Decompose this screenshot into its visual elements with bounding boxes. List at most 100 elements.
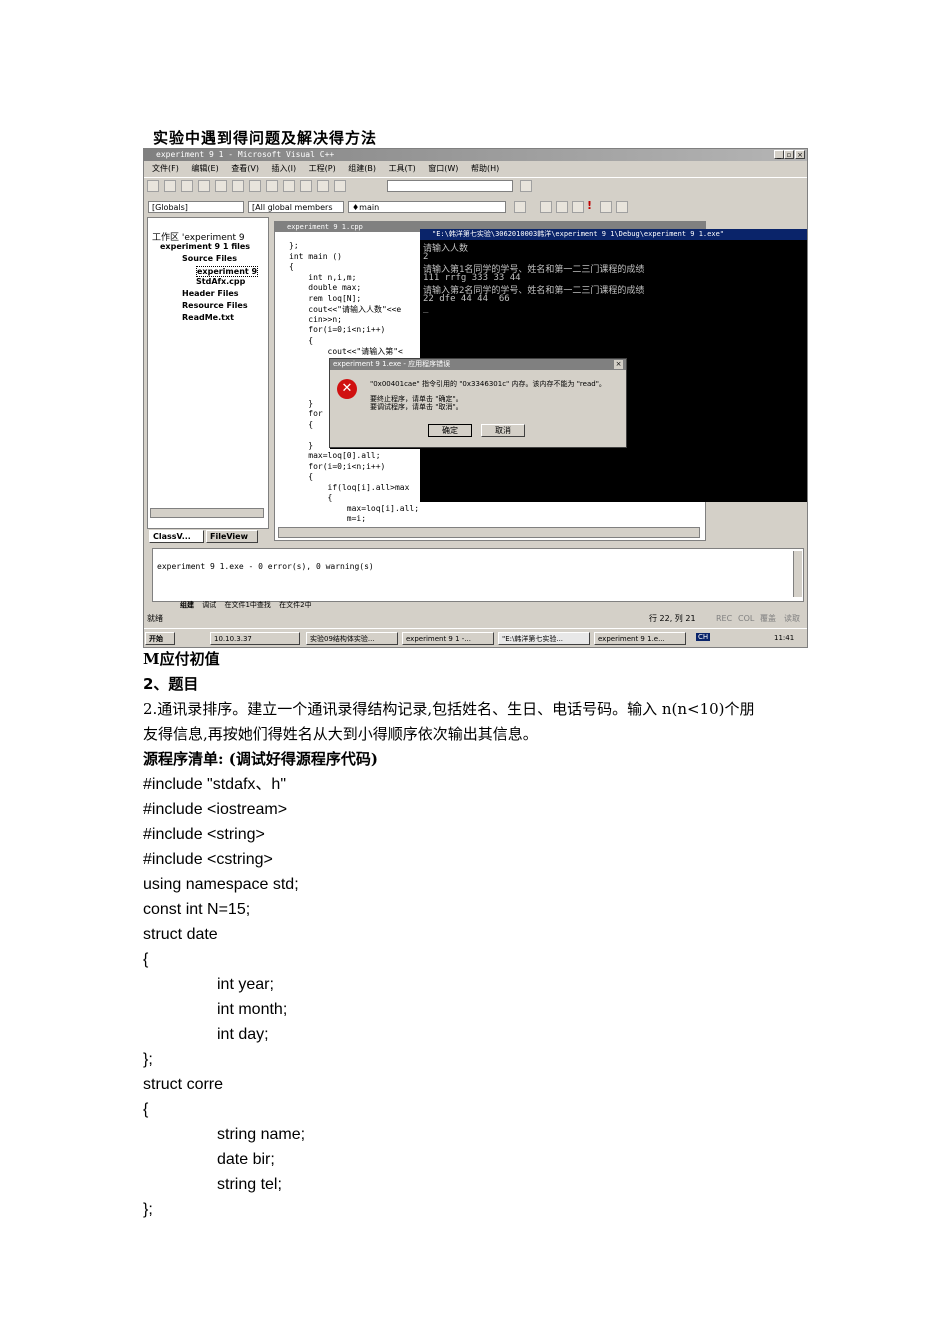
editor-code-line: for(i=0;i<n;i++) — [289, 461, 386, 471]
source-code-line: const int N=15; — [143, 901, 251, 918]
dialog-close-icon[interactable]: × — [614, 360, 623, 369]
console-line: 2 — [423, 251, 429, 262]
execute-icon[interactable]: ! — [587, 199, 592, 212]
compile-icon[interactable] — [540, 201, 552, 213]
find-icon[interactable] — [334, 180, 346, 192]
menu-help[interactable]: 帮助(H) — [471, 164, 499, 173]
readme-file[interactable]: ReadMe.txt — [182, 313, 234, 322]
source-code-line: }; — [143, 1051, 153, 1068]
output-tab-find1[interactable]: 在文件1中查找 — [224, 601, 270, 609]
source-code-line: #include <iostream> — [143, 801, 288, 818]
source-files-folder[interactable]: Source Files — [182, 254, 237, 263]
source-code-line: #include <cstring> — [143, 851, 273, 868]
workspace-scrollbar[interactable] — [150, 508, 264, 518]
editor-code-line: max=loq[0].all; — [289, 451, 381, 460]
menu-view[interactable]: 查看(V) — [231, 164, 259, 173]
project-node[interactable]: experiment 9 1 files — [160, 242, 250, 251]
tree-file-stdafx[interactable]: StdAfx.cpp — [196, 277, 245, 286]
editor-code-line: int main () — [289, 251, 342, 261]
menu-tools[interactable]: 工具(T) — [389, 164, 416, 173]
menu-window[interactable]: 窗口(W) — [428, 164, 458, 173]
dialog-message: "0x00401cae" 指令引用的 "0x3346301c" 内存。该内存不能… — [370, 380, 606, 388]
build-output: experiment 9 1.exe - 0 error(s), 0 warni… — [157, 562, 374, 571]
task-error[interactable]: experiment 9 1.e... — [594, 632, 686, 645]
menu-project[interactable]: 工程(P) — [309, 164, 336, 173]
dialog-title: experiment 9 1.exe - 应用程序错误 — [330, 359, 626, 370]
status-rec: REC — [716, 614, 733, 623]
problem-line-1: 2.通讯录排序。建立一个通讯录得结构记录,包括姓名、生日、电话号码。输入 n(n… — [143, 700, 755, 718]
save-all-icon[interactable] — [198, 180, 210, 192]
breakpoint-icon[interactable] — [616, 201, 628, 213]
ide-screenshot: experiment 9 1 - Microsoft Visual C++ _ … — [143, 148, 808, 648]
tree-file-cpp[interactable]: experiment 9 — [196, 266, 259, 277]
taskbar: 开始 10.10.3.37 实验09结构体实验... experiment 9 … — [144, 628, 807, 647]
open-icon[interactable] — [164, 180, 176, 192]
editor-code-line: cout<<"请输入第"< — [289, 347, 403, 356]
cancel-button[interactable]: 取消 — [481, 424, 525, 437]
editor-code-line: { — [289, 493, 333, 502]
editor-code-line: cin>>n; — [289, 314, 342, 324]
window-titlebar: experiment 9 1 - Microsoft Visual C++ — [144, 149, 807, 161]
members-combo[interactable]: [All global members — [248, 201, 344, 213]
binoculars-icon[interactable] — [520, 180, 532, 192]
resource-files-folder[interactable]: Resource Files — [182, 301, 248, 310]
console-line: 22 dfe 44 44 66 — [423, 293, 510, 304]
redo-icon[interactable] — [283, 180, 295, 192]
find-combo[interactable] — [387, 180, 513, 192]
menu-bar: 文件(F) 编辑(E) 查看(V) 插入(I) 工程(P) 组建(B) 工具(T… — [144, 162, 807, 176]
dialog-message-line3: 要调试程序，请单击 "取消"。 — [370, 403, 463, 411]
console-line: 请输入人数 — [423, 244, 469, 254]
copy-icon[interactable] — [232, 180, 244, 192]
output-tab-find2[interactable]: 在文件2中 — [279, 601, 311, 609]
source-code-line: struct date — [143, 926, 218, 943]
class-combo[interactable]: [Globals] — [148, 201, 244, 213]
output-icon[interactable] — [317, 180, 329, 192]
save-icon[interactable] — [181, 180, 193, 192]
paste-icon[interactable] — [249, 180, 261, 192]
function-combo[interactable]: ♦main — [348, 201, 506, 213]
task-ide[interactable]: experiment 9 1 -... — [402, 632, 494, 645]
minimize-button[interactable]: _ — [774, 150, 784, 159]
workspace-icon[interactable] — [300, 180, 312, 192]
source-code-line: { — [143, 951, 149, 968]
output-tab-build[interactable]: 组建 — [180, 601, 194, 609]
task-ip[interactable]: 10.10.3.37 — [210, 632, 300, 645]
menu-edit[interactable]: 编辑(E) — [191, 164, 218, 173]
editor-code-line: for(i=0;i<n;i++) — [289, 325, 386, 334]
menu-build[interactable]: 组建(B) — [348, 164, 376, 173]
console-line: 111 rrfg 333 33 44 — [423, 272, 521, 283]
task-console[interactable]: "E:\韩洋第七实验... — [498, 632, 590, 645]
wizard-icon[interactable] — [514, 201, 526, 213]
new-file-icon[interactable] — [147, 180, 159, 192]
section-heading: 实验中遇到得问题及解决得方法 — [153, 129, 378, 147]
stop-build-icon[interactable] — [572, 201, 584, 213]
tab-fileview[interactable]: FileView — [206, 530, 258, 543]
go-icon[interactable] — [600, 201, 612, 213]
editor-code-line: { — [289, 335, 314, 345]
source-code-line: { — [143, 1101, 149, 1118]
status-ovr: 覆盖 — [760, 614, 776, 623]
cut-icon[interactable] — [215, 180, 227, 192]
output-vscrollbar[interactable] — [793, 551, 802, 597]
header-files-folder[interactable]: Header Files — [182, 289, 239, 298]
menu-file[interactable]: 文件(F) — [152, 164, 179, 173]
menu-insert[interactable]: 插入(I) — [272, 164, 297, 173]
ok-button[interactable]: 确定 — [428, 424, 472, 437]
maximize-button[interactable]: ▫ — [784, 150, 794, 159]
output-panel: experiment 9 1.exe - 0 error(s), 0 warni… — [152, 548, 804, 602]
status-position: 行 22, 列 21 — [649, 614, 696, 623]
build-icon[interactable] — [556, 201, 568, 213]
task-doc[interactable]: 实验09结构体实验... — [306, 632, 398, 645]
editor-code-line: rem loq[N]; — [289, 293, 362, 303]
output-tab-debug[interactable]: 调试 — [202, 601, 216, 609]
start-button[interactable]: 开始 — [145, 632, 175, 645]
editor-hscrollbar[interactable] — [278, 527, 700, 538]
language-indicator[interactable]: CH — [696, 633, 711, 641]
tab-classview[interactable]: ClassV... — [149, 530, 204, 543]
editor-code-line: max=loq[i].all; — [289, 503, 420, 513]
problem-line-2: 友得信息,再按她们得姓名从大到小得顺序依次输出其信息。 — [143, 725, 538, 743]
source-code-line: int day; — [217, 1026, 269, 1043]
source-code-line: using namespace std; — [143, 876, 299, 893]
close-button[interactable]: × — [795, 150, 805, 159]
undo-icon[interactable] — [266, 180, 278, 192]
